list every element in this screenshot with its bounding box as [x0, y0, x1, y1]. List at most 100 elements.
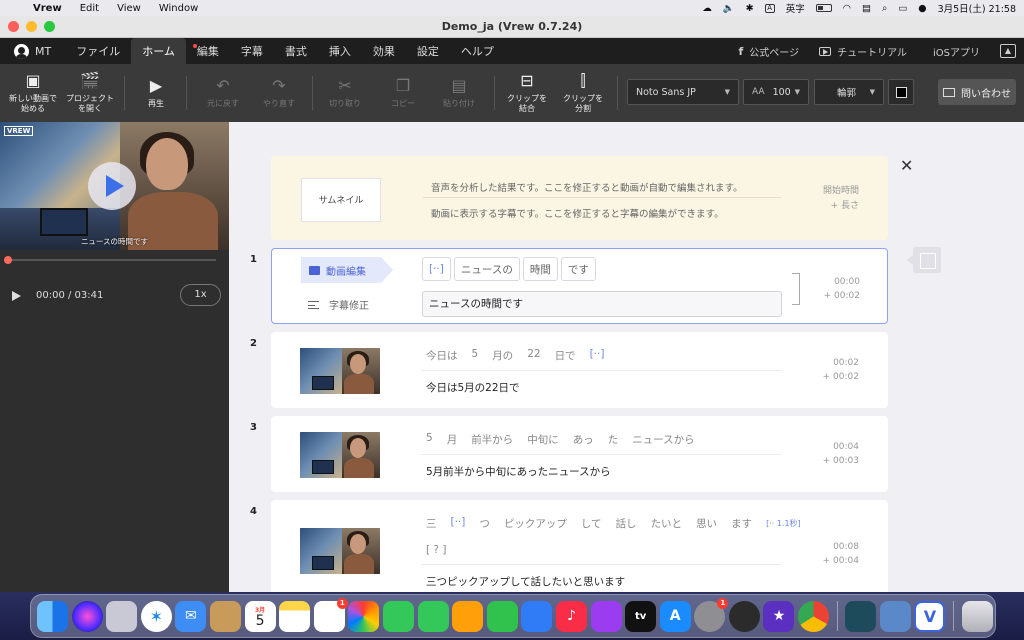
word[interactable]: あっ	[573, 432, 594, 447]
cloud-icon[interactable]: ☁	[702, 3, 712, 14]
menu-view[interactable]: View	[108, 3, 150, 14]
messages-icon[interactable]	[382, 600, 414, 632]
document-icon[interactable]	[907, 247, 941, 273]
user-switch-icon[interactable]: ▭	[898, 3, 907, 14]
collapse-ribbon-icon[interactable]: ▲	[1000, 44, 1016, 58]
imovie-icon[interactable]: ★	[763, 600, 795, 632]
word-chip[interactable]: [··]	[422, 257, 451, 281]
word[interactable]: 三	[426, 516, 437, 531]
paste-button[interactable]: ▤ 貼り付け	[436, 64, 482, 122]
tab-insert[interactable]: 挿入	[318, 38, 362, 64]
notes-icon[interactable]	[279, 600, 311, 632]
play-button[interactable]: ▶ 再生	[134, 64, 178, 122]
keynote-icon[interactable]	[521, 600, 553, 632]
menubar-clock[interactable]: 3月5日(土) 21:58	[938, 1, 1016, 15]
control-center-icon[interactable]: ▤	[862, 3, 871, 14]
safari-icon[interactable]: ✶	[140, 600, 172, 632]
tutorial-link[interactable]: チュートリアル	[819, 44, 907, 59]
tab-file[interactable]: ファイル	[65, 38, 131, 64]
word[interactable]: ピックアップ	[504, 516, 567, 531]
contact-button[interactable]: 問い合わせ	[938, 79, 1016, 105]
cut-button[interactable]: ✂ 切り取り	[322, 64, 368, 122]
tab-home[interactable]: ホーム	[131, 38, 186, 64]
word[interactable]: 思い	[696, 516, 717, 531]
ios-app-link[interactable]: iOSアプリ	[927, 44, 980, 59]
play-icon[interactable]	[12, 291, 21, 301]
video-edit-tag[interactable]: 動画編集	[301, 257, 393, 283]
close-legend-icon[interactable]: ✕	[900, 156, 913, 175]
word[interactable]: 今日は	[426, 348, 458, 363]
playback-knob[interactable]	[4, 256, 12, 264]
vrew-icon[interactable]: V	[914, 600, 946, 632]
subtitle-text[interactable]: 三つピックアップして話したいと思います	[426, 574, 625, 589]
video-preview[interactable]: VREW ニュースの時間です	[0, 122, 229, 250]
calendar-icon[interactable]: 3月 5	[244, 600, 276, 632]
open-project-button[interactable]: 🎬 プロジェクト を開く	[64, 64, 116, 122]
word[interactable]: 5	[472, 348, 479, 363]
clip-row[interactable]: 三 [··] つ ピックアップ して 話し たいと 思い ます [·· 1.1秒…	[271, 500, 888, 592]
preview-app-icon[interactable]	[728, 600, 760, 632]
subtitle-text[interactable]: 5月前半から中旬にあったニュースから	[426, 464, 611, 479]
word[interactable]: たいと	[651, 516, 683, 531]
contacts-icon[interactable]	[209, 600, 241, 632]
launchpad-icon[interactable]	[106, 600, 138, 632]
bluetooth-icon[interactable]: ✱	[746, 3, 754, 14]
reminders-icon[interactable]: 1	[313, 597, 348, 632]
word[interactable]: ニュースから	[632, 432, 694, 447]
tab-format[interactable]: 書式	[274, 38, 318, 64]
word[interactable]: 月の	[492, 348, 513, 363]
clip-thumbnail[interactable]	[300, 432, 380, 478]
siri-icon[interactable]: ●	[918, 3, 926, 14]
silence-duration-tag[interactable]: [·· 1.1秒]	[766, 518, 801, 529]
silence-tag[interactable]: [··]	[590, 348, 605, 363]
tab-settings[interactable]: 設定	[406, 38, 450, 64]
word[interactable]: 5	[426, 432, 433, 447]
input-source-icon[interactable]: A	[764, 3, 775, 13]
word[interactable]: 日で	[555, 348, 576, 363]
outline-select[interactable]: 輪郭 ▼	[814, 79, 884, 105]
word[interactable]: 月	[447, 432, 458, 447]
word[interactable]: つ	[479, 516, 490, 531]
close-window-button[interactable]	[8, 21, 19, 32]
word[interactable]: 話し	[616, 516, 637, 531]
subtitle-text[interactable]: 今日は5月の22日で	[426, 380, 520, 395]
clip-row-selected[interactable]: 動画編集 字幕修正 [··] ニュースの 時間 です ニュースの時間です 00:…	[271, 248, 888, 324]
siri-icon[interactable]	[71, 600, 103, 632]
playback-speed-button[interactable]: 1x	[180, 284, 221, 306]
app-store-icon[interactable]: A	[659, 600, 691, 632]
facetime-icon[interactable]	[417, 600, 449, 632]
tv-icon[interactable]: tv	[625, 600, 657, 632]
official-page-link[interactable]: f 公式ページ	[738, 44, 799, 59]
menu-app-name[interactable]: Vrew	[24, 3, 71, 14]
clip-thumbnail[interactable]	[300, 528, 380, 574]
numbers-icon[interactable]	[486, 600, 518, 632]
outline-color-picker[interactable]	[888, 79, 914, 105]
word-chip[interactable]: 時間	[522, 257, 558, 281]
mail-app-icon[interactable]: ✉	[175, 600, 207, 632]
finder-icon[interactable]	[37, 600, 68, 632]
word[interactable]: 22	[527, 348, 540, 363]
zoom-window-button[interactable]	[44, 21, 55, 32]
unknown-word[interactable]: [ ? ]	[426, 544, 446, 556]
volume-icon[interactable]: 🔈	[723, 3, 735, 14]
tab-subtitle[interactable]: 字幕	[230, 38, 274, 64]
subtitle-input[interactable]: ニュースの時間です	[422, 291, 782, 317]
word[interactable]: 中旬に	[527, 432, 559, 447]
clip-thumbnail[interactable]	[300, 348, 380, 394]
final-cut-icon[interactable]	[845, 600, 877, 632]
split-clips-button[interactable]: ⫿ クリップを 分割	[560, 64, 606, 122]
chrome-icon[interactable]	[798, 600, 830, 632]
trash-icon[interactable]	[961, 600, 993, 632]
system-preferences-icon[interactable]: 1	[694, 597, 729, 632]
redo-button[interactable]: ↷ やり直す	[256, 64, 302, 122]
clip-row[interactable]: 今日は 5 月の 22 日で [··] 今日は5月の22日で 00:02 + 0…	[271, 332, 888, 408]
font-select[interactable]: Noto Sans JP ▼	[627, 79, 739, 105]
battery-icon[interactable]	[815, 4, 832, 12]
input-source-label[interactable]: 英字	[786, 1, 805, 15]
copy-button[interactable]: ❐ コピー	[380, 64, 426, 122]
font-size-select[interactable]: AA 100 ▼	[743, 79, 809, 105]
music-icon[interactable]: ♪	[555, 600, 587, 632]
word[interactable]: して	[581, 516, 602, 531]
tab-effects[interactable]: 効果	[362, 38, 406, 64]
menu-window[interactable]: Window	[150, 3, 207, 14]
